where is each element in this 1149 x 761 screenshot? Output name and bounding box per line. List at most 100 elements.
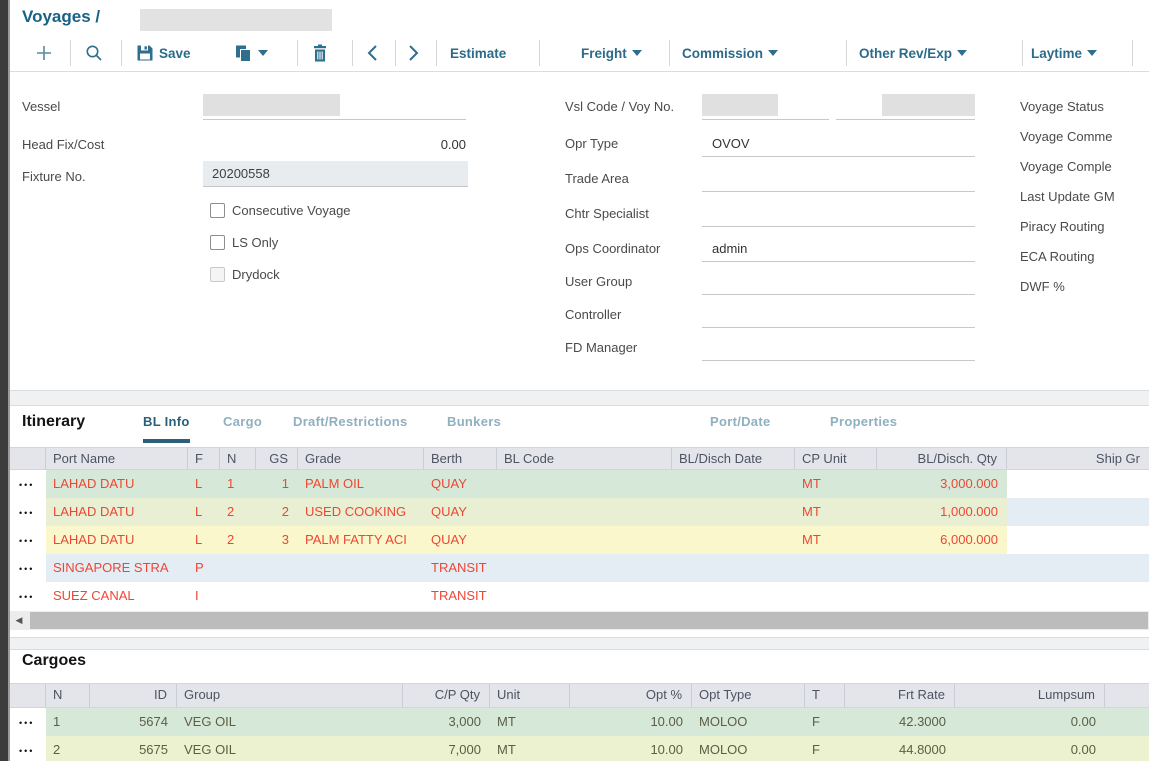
column-header-lumpsum[interactable]: Lumpsum <box>955 684 1105 707</box>
toolbar-divider <box>436 40 437 66</box>
tab-port-date[interactable]: Port/Date <box>710 414 771 443</box>
tab-properties[interactable]: Properties <box>830 414 897 443</box>
previous-record-button[interactable] <box>366 36 378 70</box>
tab-draft-restrictions[interactable]: Draft/Restrictions <box>293 414 407 443</box>
row-menu-cell: ••• <box>10 470 46 498</box>
cell-bldate <box>672 582 795 610</box>
row-menu-button[interactable]: ••• <box>19 746 34 756</box>
window-edge-scrollbar[interactable] <box>0 0 10 761</box>
cell-shipgr <box>1007 554 1149 582</box>
column-header-n[interactable]: N <box>46 684 90 707</box>
column-header-id[interactable]: ID <box>90 684 177 707</box>
toolbar-divider <box>297 40 298 66</box>
column-header-qty[interactable]: BL/Disch. Qty <box>877 448 1007 469</box>
delete-button[interactable] <box>311 36 329 70</box>
column-header-cpqty[interactable]: C/P Qty <box>403 684 490 707</box>
column-header-f[interactable]: F <box>188 448 220 469</box>
cell-port: LAHAD DATU <box>46 498 188 526</box>
row-menu-button[interactable]: ••• <box>19 592 34 602</box>
table-row[interactable]: •••SUEZ CANALITRANSIT <box>10 582 1149 610</box>
row-menu-button[interactable]: ••• <box>19 718 34 728</box>
column-header-blcode[interactable]: BL Code <box>497 448 672 469</box>
cell-t: F <box>805 736 845 761</box>
other-rev-exp-menu-button[interactable]: Other Rev/Exp <box>859 36 967 70</box>
save-button[interactable]: Save <box>136 36 191 70</box>
trade-area-field[interactable] <box>702 168 975 192</box>
itinerary-horizontal-scrollbar[interactable]: ◀ <box>10 611 1149 630</box>
controller-field[interactable] <box>702 304 975 328</box>
estimate-button[interactable]: Estimate <box>450 36 506 70</box>
tab-cargo[interactable]: Cargo <box>223 414 262 443</box>
column-header-cpunit[interactable]: CP Unit <box>795 448 877 469</box>
cell-id: 5675 <box>90 736 177 761</box>
fd-manager-field[interactable] <box>702 337 975 361</box>
table-row[interactable]: •••SINGAPORE STRAPTRANSIT <box>10 554 1149 582</box>
cell-blcode <box>497 526 672 554</box>
commission-menu-button[interactable]: Commission <box>682 36 778 70</box>
tab-bunkers[interactable]: Bunkers <box>447 414 501 443</box>
cargoes-grid: NIDGroupC/P QtyUnitOpt %Opt TypeTFrt Rat… <box>10 683 1149 761</box>
column-header-t[interactable]: T <box>805 684 845 707</box>
freight-menu-button[interactable]: Freight <box>581 36 642 70</box>
next-record-button[interactable] <box>408 36 420 70</box>
controller-label: Controller <box>565 307 621 322</box>
fixture-no-field[interactable]: 20200558 <box>203 161 468 187</box>
row-menu-button[interactable]: ••• <box>19 480 34 490</box>
cell-blcode <box>497 582 672 610</box>
ls-only-checkbox[interactable] <box>210 235 225 250</box>
chtr-specialist-field[interactable] <box>702 203 975 227</box>
user-group-field[interactable] <box>702 271 975 295</box>
estimate-button-label: Estimate <box>450 46 506 61</box>
column-header-menu[interactable] <box>10 448 46 469</box>
laytime-menu-button[interactable]: Laytime <box>1031 36 1097 70</box>
field-label: Last Update GM <box>1020 189 1115 204</box>
column-header-grade[interactable]: Grade <box>298 448 424 469</box>
opr-type-field[interactable]: OVOV <box>702 133 975 157</box>
column-header-bldate[interactable]: BL/Disch Date <box>672 448 795 469</box>
column-header-opt[interactable]: Opt % <box>570 684 692 707</box>
table-row[interactable]: •••LAHAD DATUL22USED COOKINGQUAYMT1,000.… <box>10 498 1149 526</box>
row-menu-button[interactable]: ••• <box>19 564 34 574</box>
table-row[interactable]: •••LAHAD DATUL23PALM FATTY ACIQUAYMT6,00… <box>10 526 1149 554</box>
fd-manager-label: FD Manager <box>565 340 637 355</box>
cell-t: F <box>805 708 845 736</box>
table-row[interactable]: •••LAHAD DATUL11PALM OILQUAYMT3,000.000 <box>10 470 1149 498</box>
cell-n <box>220 554 256 582</box>
column-header-gs[interactable]: GS <box>256 448 298 469</box>
column-header-menu[interactable] <box>10 684 46 707</box>
column-header-shipgr[interactable]: Ship Gr <box>1007 448 1149 469</box>
column-header-berth[interactable]: Berth <box>424 448 497 469</box>
itinerary-header-row: Port NameFNGSGradeBerthBL CodeBL/Disch D… <box>10 447 1149 470</box>
column-header-frt[interactable]: Frt Rate <box>845 684 955 707</box>
head-fix-cost-field[interactable]: 0.00 <box>203 134 466 158</box>
fixture-no-label: Fixture No. <box>22 169 86 184</box>
column-header-n[interactable]: N <box>220 448 256 469</box>
copy-button[interactable] <box>234 36 268 70</box>
tab-bl-info[interactable]: BL Info <box>143 414 190 443</box>
ops-coordinator-field[interactable]: admin <box>702 238 975 262</box>
column-header-opttype[interactable]: Opt Type <box>692 684 805 707</box>
page-title: Voyages / <box>22 7 100 27</box>
scrollbar-thumb[interactable] <box>30 612 1148 629</box>
consecutive-voyage-checkbox[interactable] <box>210 203 225 218</box>
scroll-left-arrow-icon[interactable]: ◀ <box>10 611 28 630</box>
head-fix-cost-label: Head Fix/Cost <box>22 137 104 152</box>
vessel-redacted <box>203 94 340 116</box>
vessel-label: Vessel <box>22 99 60 114</box>
cell-f: L <box>188 526 220 554</box>
row-menu-button[interactable]: ••• <box>19 508 34 518</box>
table-row[interactable]: •••25675VEG OIL7,000MT10.00MOLOOF44.8000… <box>10 736 1149 761</box>
column-header-group[interactable]: Group <box>177 684 403 707</box>
table-row[interactable]: •••15674VEG OIL3,000MT10.00MOLOOF42.3000… <box>10 708 1149 736</box>
search-button[interactable] <box>84 36 104 70</box>
new-voyage-button[interactable] <box>34 36 54 70</box>
column-header-unit[interactable]: Unit <box>490 684 570 707</box>
column-header-port[interactable]: Port Name <box>46 448 188 469</box>
voy-no-redacted <box>882 94 975 116</box>
ops-coordinator-label: Ops Coordinator <box>565 241 660 256</box>
checkbox-row: LS Only <box>210 234 278 250</box>
cell-gs: 2 <box>256 498 298 526</box>
column-header-x[interactable] <box>1105 684 1149 707</box>
row-menu-button[interactable]: ••• <box>19 536 34 546</box>
field-label: Piracy Routing <box>1020 219 1105 234</box>
